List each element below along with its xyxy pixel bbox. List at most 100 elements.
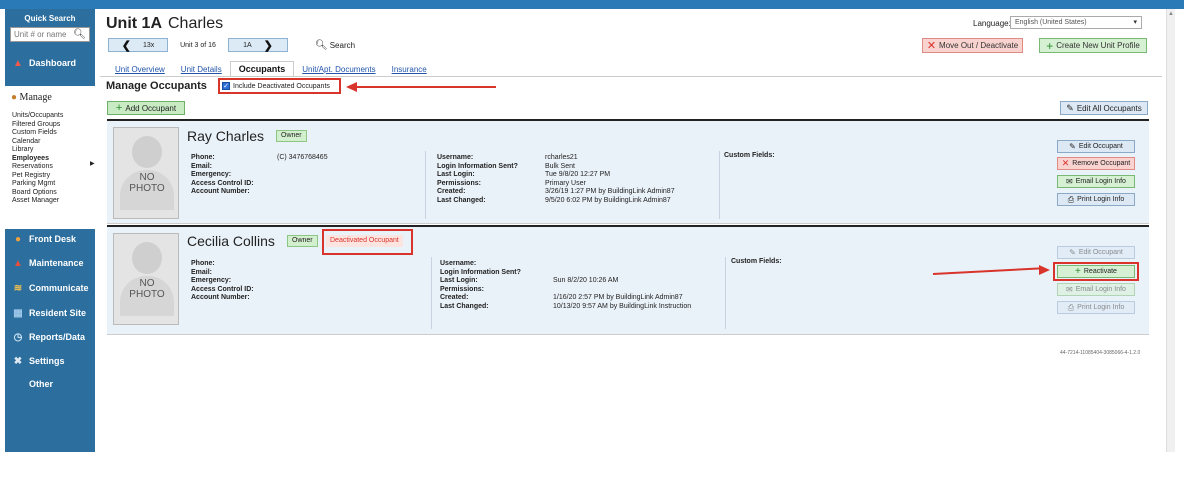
tab-insurance[interactable]: Insurance [384,63,435,76]
sidebar-item-front-desk[interactable]: ● Front Desk [11,233,76,245]
edit-all-occupants-button[interactable]: ✎ Edit All Occupants [1060,101,1148,115]
reports-icon: ◷ [13,331,23,343]
avatar-head-icon [132,242,162,274]
manage-occupants-title: Manage Occupants [106,80,207,92]
maintenance-icon: ▲ [13,257,23,269]
highlight-box-deactivated [322,229,413,255]
manage-menu: ● Manage Units/Occupants Filtered Groups… [5,86,95,229]
owner-badge: Owner [276,130,307,142]
sidebar-item-maintenance[interactable]: ▲ Maintenance [11,257,83,269]
occupants-content: Manage Occupants ✓ Include Deactivated O… [100,76,1162,452]
sidebar-item-other[interactable]: Other [29,379,53,389]
manage-item-parking[interactable]: Parking Mgmt [12,180,63,189]
language-select[interactable]: English (United States) ▾ [1010,16,1142,29]
annotation-arrow [356,86,496,88]
manage-item-calendar[interactable]: Calendar [12,138,63,147]
tab-unit-documents[interactable]: Unit/Apt. Documents [294,63,383,76]
manage-item-pet-registry[interactable]: Pet Registry [12,172,63,181]
occupant-name: Ray Charles [187,128,265,144]
plus-icon: + [1046,38,1054,53]
sidebar: Quick Search Unit # or name 🔍︎ ▲ Dashboa… [5,9,95,452]
scroll-up-icon[interactable]: ▲ [1168,11,1174,17]
tab-occupants[interactable]: Occupants [229,61,295,76]
login-labels: Username: Login Information Sent? Last L… [440,260,521,310]
manage-item-custom-fields[interactable]: Custom Fields [12,129,63,138]
manage-item-library[interactable]: Library [12,146,63,155]
manage-item-units-occupants[interactable]: Units/Occupants [12,112,63,121]
manage-item-filtered-groups[interactable]: Filtered Groups [12,121,63,130]
login-labels: Username: Login Information Sent? Last L… [437,154,518,204]
print-login-info-button[interactable]: ⎙ Print Login Info [1057,301,1135,314]
manage-icon: ● [11,92,18,103]
sidebar-item-dashboard[interactable]: ▲ Dashboard [11,57,76,69]
contact-labels: Phone: Email: Emergency: Access Control … [191,260,254,302]
highlight-box-reactivate [1053,262,1139,281]
owner-badge: Owner [287,235,318,247]
email-login-info-button[interactable]: ✉ Email Login Info [1057,283,1135,296]
search-icon[interactable]: 🔍︎ [73,29,86,40]
unit-tabs: Unit Overview Unit Details Occupants Uni… [100,61,1162,76]
photo-placeholder: NO PHOTO [113,127,179,219]
page-title: Unit 1A Charles [106,15,224,32]
sidebar-item-reports[interactable]: ◷ Reports/Data [11,331,85,343]
manage-item-board-options[interactable]: Board Options [12,189,63,198]
edit-occupant-button[interactable]: ✎ Edit Occupant [1057,140,1135,153]
move-out-deactivate-button[interactable]: ✕ Move Out / Deactivate [922,38,1023,53]
login-values: rcharles21 Bulk Sent Tue 9/8/20 12:27 PM… [545,154,675,204]
manage-item-list: Units/Occupants Filtered Groups Custom F… [12,112,63,206]
occupant-card: NO PHOTO Ray Charles Owner Phone: Email: … [107,119,1149,224]
next-unit-button[interactable]: 1A ❯ [228,38,288,52]
manage-item-reservations[interactable]: Reservations [12,163,63,172]
edit-occupant-button[interactable]: ✎ Edit Occupant [1057,246,1135,259]
login-values: Sun 8/2/20 10:26 AM 1/16/20 2:57 PM by B… [553,277,692,310]
version-string: 44-7214-11085404-3085066-4-1.2.0 [1060,350,1141,356]
sidebar-item-communicate[interactable]: ≋ Communicate [11,282,89,294]
envelope-icon: ✉ [1066,285,1073,294]
photo-placeholder: NO PHOTO [113,233,179,325]
manage-heading[interactable]: ● Manage [11,92,52,103]
pencil-icon: ✎ [1066,102,1074,113]
pencil-icon: ✎ [1069,142,1076,151]
manage-item-asset-manager[interactable]: Asset Manager [12,197,63,206]
pencil-icon: ✎ [1069,248,1076,257]
annotation-arrow-head [1039,265,1050,275]
submenu-caret-icon: ▶ [90,161,95,167]
envelope-icon: ✉ [1066,177,1073,186]
close-icon: ✕ [1061,158,1070,168]
custom-fields-label: Custom Fields: [724,152,775,159]
create-unit-profile-button[interactable]: + Create New Unit Profile [1039,38,1147,53]
plus-icon: + [115,102,123,114]
print-login-info-button[interactable]: ⎙ Print Login Info [1057,193,1135,206]
wifi-icon: ≋ [13,282,23,294]
annotation-arrow-head [346,82,357,92]
front-desk-icon: ● [14,233,22,245]
contact-labels: Phone: Email: Emergency: Access Control … [191,154,254,196]
quick-search-input[interactable]: Unit # or name 🔍︎ [10,27,90,42]
remove-occupant-button[interactable]: ✕ Remove Occupant [1057,157,1135,170]
printer-icon: ⎙ [1067,302,1075,312]
chevron-left-icon: ❮ [121,39,131,52]
manage-item-employees[interactable]: Employees [12,155,63,164]
page-scrollbar[interactable]: ▲ [1166,9,1175,452]
avatar-head-icon [132,136,162,168]
tab-unit-overview[interactable]: Unit Overview [107,63,173,76]
sidebar-item-settings[interactable]: ✖ Settings [11,355,65,367]
sidebar-item-resident-site[interactable]: ▦ Resident Site [11,307,86,319]
unit-position: Unit 3 of 16 [180,41,216,49]
settings-icon: ✖ [13,355,23,367]
printer-icon: ⎙ [1067,194,1075,204]
occupant-name: Cecilia Collins [187,233,275,249]
email-login-info-button[interactable]: ✉ Email Login Info [1057,175,1135,188]
unit-header: Unit 1A Charles Language: English (United… [100,9,1162,76]
quick-search-title: Quick Search [24,14,76,23]
unit-pager: ❮ 13x Unit 3 of 16 1A ❯ [108,38,288,52]
add-occupant-button[interactable]: + Add Occupant [107,101,185,115]
chevron-right-icon: ❯ [263,39,273,52]
chevron-down-icon: ▾ [1133,19,1137,26]
previous-unit-button[interactable]: ❮ 13x [108,38,168,52]
unit-search-link[interactable]: 🔍︎ Search [315,40,355,51]
highlight-box-include-deactivated [218,78,341,94]
tab-unit-details[interactable]: Unit Details [173,63,230,76]
phone-value: (C) 3476768465 [277,154,328,161]
top-bar [0,0,1184,9]
